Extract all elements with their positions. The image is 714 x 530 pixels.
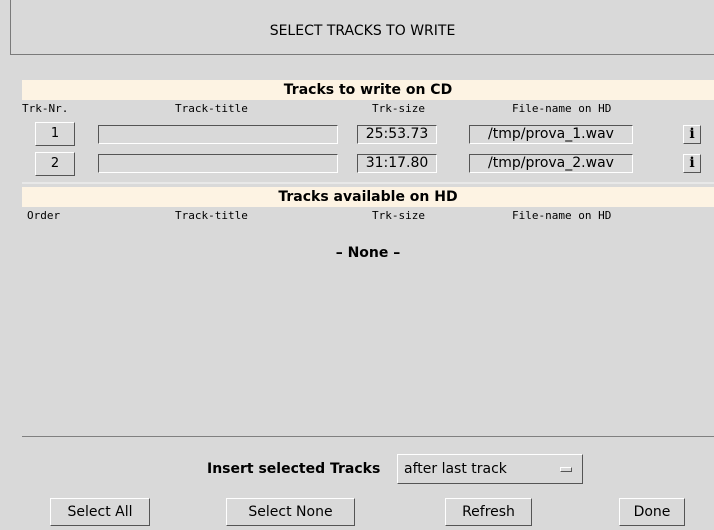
track-2-info-icon[interactable]: i xyxy=(683,154,701,173)
track-2-title-field[interactable] xyxy=(98,154,338,173)
track-2-size: 31:17.80 xyxy=(357,154,437,173)
col-header-hd-track-title: Track-title xyxy=(175,209,248,222)
hd-section-title: Tracks available on HD xyxy=(22,187,714,207)
insert-tracks-label: Insert selected Tracks xyxy=(207,461,381,477)
insert-position-value: after last track xyxy=(404,461,507,477)
hd-tracks-panel: Tracks available on HD Order Track-title… xyxy=(22,187,714,437)
dialog-title: SELECT TRACKS TO WRITE xyxy=(269,23,456,39)
track-1-title-field[interactable] xyxy=(98,125,338,144)
track-1-info-icon[interactable]: i xyxy=(683,125,701,144)
col-header-trk-nr: Trk-Nr. xyxy=(22,102,69,115)
col-header-hd-file-name: File-name on HD xyxy=(512,209,612,222)
select-all-button[interactable]: Select All xyxy=(50,498,150,526)
col-header-file-name: File-name on HD xyxy=(512,102,612,115)
done-button[interactable]: Done xyxy=(619,498,685,526)
select-none-button[interactable]: Select None xyxy=(226,498,355,526)
dialog-header: SELECT TRACKS TO WRITE xyxy=(10,0,714,55)
refresh-button[interactable]: Refresh xyxy=(445,498,532,526)
cd-column-headers: Trk-Nr. Track-title Trk-size File-name o… xyxy=(22,101,714,117)
col-header-trk-size: Trk-size xyxy=(372,102,425,115)
track-1-filename: /tmp/prova_1.wav xyxy=(469,125,633,144)
col-header-order: Order xyxy=(27,209,61,222)
track-2-filename: /tmp/prova_2.wav xyxy=(469,154,633,173)
insert-position-dropdown[interactable]: after last track xyxy=(397,454,583,484)
track-2-nr-button[interactable]: 2 xyxy=(35,152,75,176)
cd-section-title: Tracks to write on CD xyxy=(22,80,714,100)
hd-column-headers: Order Track-title Trk-size File-name on … xyxy=(22,208,714,224)
track-1-nr-button[interactable]: 1 xyxy=(35,122,75,146)
col-header-track-title: Track-title xyxy=(175,102,248,115)
track-1-size: 25:53.73 xyxy=(357,125,437,144)
hd-empty-list-text: – None – xyxy=(335,245,401,261)
option-menu-indicator-icon xyxy=(560,467,572,472)
cd-tracks-panel: Tracks to write on CD Trk-Nr. Track-titl… xyxy=(22,80,714,184)
col-header-hd-trk-size: Trk-size xyxy=(372,209,425,222)
